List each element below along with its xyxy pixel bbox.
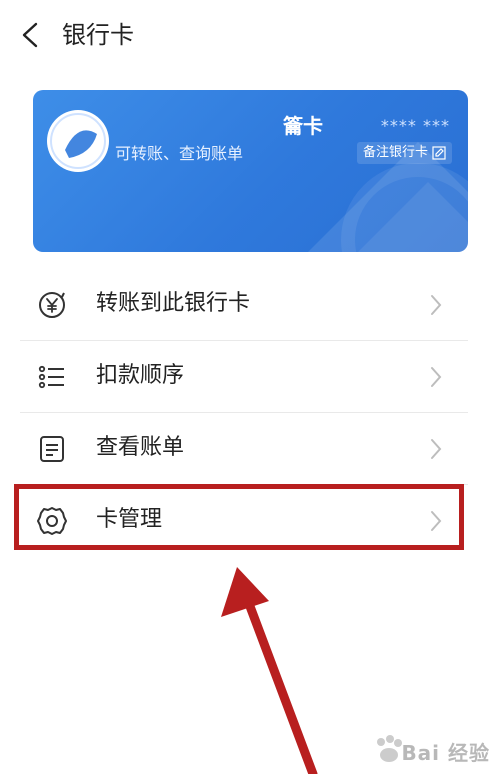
note-button-label: 备注银行卡: [362, 145, 428, 160]
masked-card-number: **** ***: [380, 116, 450, 135]
top-bar: 银行卡: [0, 0, 500, 70]
bank-card[interactable]: 籥卡 可转账、查询账单 **** *** 备注银行卡: [33, 90, 468, 252]
edit-icon: [432, 146, 446, 160]
red-arrow-annotation-icon: [221, 567, 318, 774]
menu-item-deduction-order[interactable]: 扣款顺序: [0, 340, 500, 412]
watermark-text: Bai 经验: [401, 741, 490, 765]
menu-item-view-bills[interactable]: 查看账单: [0, 412, 500, 484]
bank-name: 籥卡: [283, 114, 323, 138]
chevron-right-icon: [431, 439, 442, 459]
list-icon: [38, 365, 64, 389]
yuan-transfer-icon: [39, 292, 65, 318]
chevron-right-icon: [431, 367, 442, 387]
menu-item-label: 扣款顺序: [96, 363, 185, 388]
bank-logo: [47, 110, 109, 172]
highlight-annotation-box: [14, 484, 464, 550]
menu-item-label: 转账到此银行卡: [96, 291, 251, 316]
note-bank-card-button[interactable]: 备注银行卡: [356, 142, 452, 164]
back-button[interactable]: [16, 18, 46, 52]
document-icon: [40, 436, 64, 462]
page-title: 银行卡: [62, 21, 134, 49]
chevron-right-icon: [431, 295, 442, 315]
card-description: 可转账、查询账单: [115, 144, 244, 163]
menu-item-transfer[interactable]: 转账到此银行卡: [0, 268, 500, 340]
chevron-left-icon: [22, 22, 38, 48]
menu-item-label: 查看账单: [96, 435, 185, 460]
